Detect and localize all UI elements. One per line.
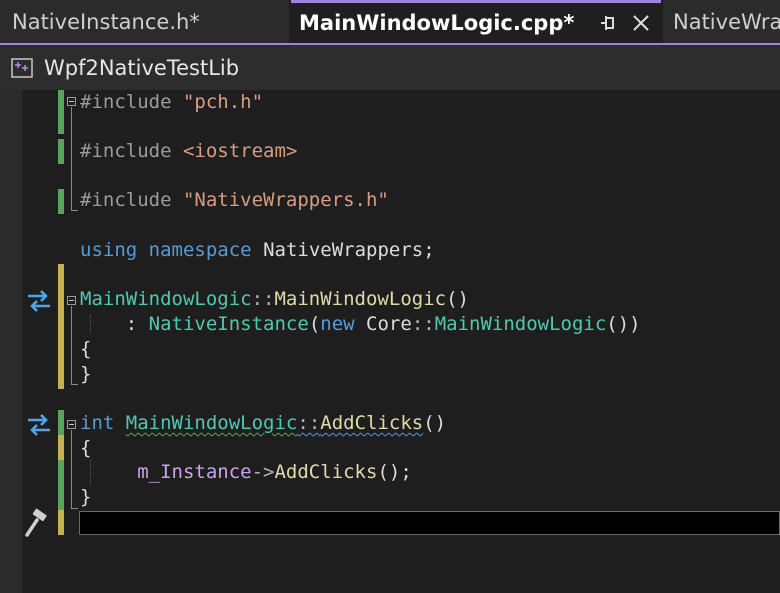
open-brace: { [80,437,92,459]
keyword-using: using [80,239,138,261]
close-icon[interactable] [631,13,651,33]
keyword-namespace: namespace [148,239,252,261]
collapse-addclicks-button[interactable] [67,420,76,429]
code-line-7[interactable]: { [80,337,91,362]
tab-label: MainWindowLogic.cpp* [299,11,575,35]
include-path: "NativeWrappers.h" [182,189,389,211]
class-name: MainWindowLogic [80,288,252,310]
tab-mainwindowlogic-cpp[interactable]: MainWindowLogic.cpp* [291,0,661,43]
change-bar-saved [58,90,64,134]
tab-label: NativeWra [673,9,780,34]
go-to-definition-icon[interactable] [24,410,54,440]
arguments: () [423,412,447,434]
collapse-constructor-button[interactable] [67,296,76,305]
fold-end [71,384,78,385]
preprocessor-directive: #include [80,91,172,113]
member-variable: m_Instance [137,461,252,483]
include-path: "pch.h" [182,91,264,113]
keyword-new: new [320,313,355,335]
fold-end [71,508,78,509]
scope-operator: :: [251,288,275,310]
change-bar-saved [58,139,64,164]
project-name: Wpf2NativeTestLib [44,55,240,80]
namespace-core: Core [366,313,412,335]
arguments: (); [377,461,412,483]
code-editor[interactable]: #include "pch.h" #include <iostream> #in… [0,90,780,593]
code-line-9[interactable]: int MainWindowLogic::AddClicks() [80,411,446,436]
preprocessor-directive: #include [80,189,172,211]
project-navigation-bar[interactable]: Wpf2NativeTestLib [0,45,780,91]
arguments: () [446,288,469,310]
base-class-name: NativeInstance [148,313,309,335]
fold-line [71,306,72,384]
document-tab-strip: NativeInstance.h* MainWindowLogic.cpp* N… [0,0,780,43]
preprocessor-directive: #include [80,140,172,162]
close-brace: } [80,363,92,385]
hammer-icon[interactable] [24,508,54,538]
arrow-operator: -> [251,461,275,483]
cpp-project-icon [11,57,33,78]
scope-operator: :: [411,313,435,335]
class-name: MainWindowLogic [125,412,298,434]
class-name: MainWindowLogic [434,313,607,335]
fold-line [71,430,72,508]
code-line-5[interactable]: MainWindowLogic::MainWindowLogic() [80,287,469,312]
tab-label: NativeInstance.h* [12,9,200,34]
code-line-10[interactable]: { [80,436,91,461]
code-line-12[interactable]: } [80,485,91,510]
keyword-int: int [80,412,115,434]
glyph-margin [0,90,22,593]
go-to-definition-icon[interactable] [24,286,54,316]
change-bar-unsaved [58,435,64,460]
code-line-1[interactable]: #include "pch.h" [80,90,263,115]
function-name: AddClicks [320,412,424,434]
change-bar-unsaved [58,264,64,389]
function-name: MainWindowLogic [274,288,447,310]
code-line-3[interactable]: #include "NativeWrappers.h" [80,188,389,213]
fold-line [71,107,72,210]
tab-actions [599,3,651,43]
semicolon: ; [423,239,435,261]
code-line-11[interactable]: m_Instance->AddClicks(); [80,460,412,485]
open-paren: ( [308,313,321,335]
change-bar-saved [58,460,64,510]
scope-operator: :: [297,412,321,434]
function-name: AddClicks [274,461,378,483]
code-line-6[interactable]: : NativeInstance(new Core::MainWindowLog… [80,312,641,337]
fold-end [71,210,78,211]
collapse-includes-button[interactable] [67,97,76,106]
open-brace: { [80,338,92,360]
close-paren: ()) [606,313,641,335]
code-line-4[interactable]: using namespace NativeWrappers; [80,238,435,263]
namespace-name: NativeWrappers [263,239,424,261]
close-brace: } [80,486,92,508]
initializer-colon: : [125,313,149,335]
pin-icon[interactable] [599,14,617,32]
code-line-8[interactable]: } [80,362,91,387]
change-bar-saved [58,189,64,214]
tab-nativeinstance-h[interactable]: NativeInstance.h* [0,0,289,43]
tab-nativewrappers[interactable]: NativeWra [663,0,780,43]
change-bar-saved [58,410,64,435]
current-line-highlight[interactable] [79,511,780,535]
include-path: <iostream> [182,140,298,162]
code-line-2[interactable]: #include <iostream> [80,139,297,164]
change-bar-unsaved [58,510,64,535]
